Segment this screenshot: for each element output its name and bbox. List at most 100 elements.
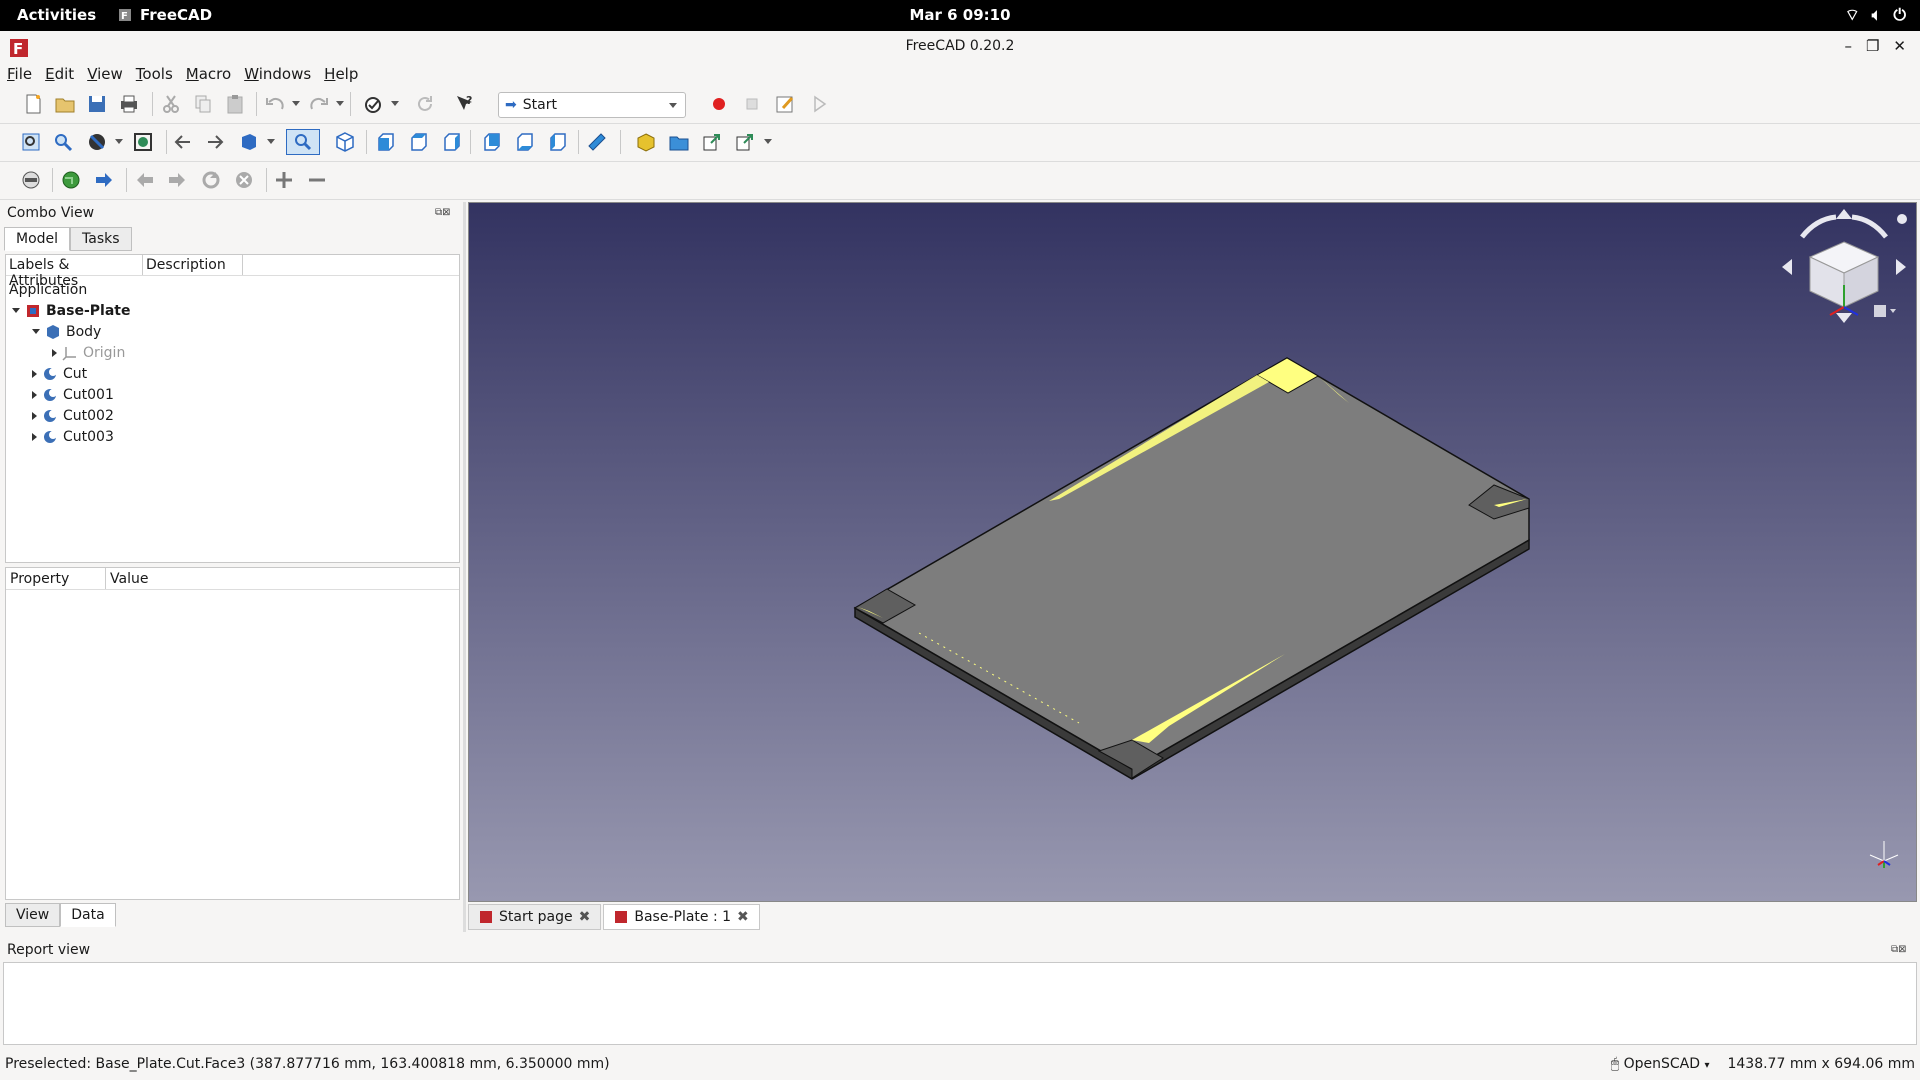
expand-chevron-icon[interactable] <box>32 390 37 399</box>
redo-dropdown-icon[interactable] <box>336 101 344 106</box>
tab-data[interactable]: Data <box>60 903 116 927</box>
copy-icon[interactable] <box>190 91 216 117</box>
expand-chevron-icon[interactable] <box>12 308 20 313</box>
new-file-icon[interactable] <box>20 91 46 117</box>
open-file-icon[interactable] <box>52 91 78 117</box>
draw-style-icon[interactable] <box>84 129 110 155</box>
report-view-panel-buttons[interactable]: ⧉⊠ <box>1891 944 1907 955</box>
view-left-icon[interactable] <box>544 129 570 155</box>
close-panel-icon[interactable]: ⊠ <box>1898 944 1906 955</box>
undo-icon[interactable] <box>262 91 288 117</box>
menu-view[interactable]: View <box>80 63 129 85</box>
combo-view-panel-buttons[interactable]: ⧉⊠ <box>435 207 451 218</box>
property-header[interactable]: Property <box>6 568 106 589</box>
measure-distance-icon[interactable] <box>584 129 610 155</box>
macro-record-icon[interactable] <box>706 91 732 117</box>
view-top-icon[interactable] <box>405 129 431 155</box>
model-tree[interactable]: Labels & Attributes Description Applicat… <box>5 254 460 563</box>
recompute-icon[interactable] <box>412 91 438 117</box>
report-view-output[interactable] <box>3 962 1917 1045</box>
draw-style-dropdown-icon[interactable] <box>115 139 123 144</box>
sync-view-dropdown-icon[interactable] <box>267 139 275 144</box>
view-right-icon[interactable] <box>438 129 464 155</box>
clock[interactable]: Mar 6 09:10 <box>0 6 1920 24</box>
zoom-in-plus-icon[interactable] <box>271 167 297 193</box>
link-actions-dropdown-icon[interactable] <box>764 139 772 144</box>
macro-stop-icon[interactable] <box>739 91 765 117</box>
recompute-dropdown-icon[interactable] <box>391 101 399 106</box>
close-icon[interactable]: ✕ <box>1893 37 1906 55</box>
expand-chevron-icon[interactable] <box>52 348 57 357</box>
menu-file[interactable]: File <box>0 63 38 85</box>
system-tray[interactable]: ⌔ 🔈︎ ⏻ <box>1845 5 1906 25</box>
redo-icon[interactable] <box>306 91 332 117</box>
create-part-icon[interactable] <box>633 129 659 155</box>
tree-item-origin[interactable]: Origin <box>52 342 125 363</box>
view-front-icon[interactable] <box>372 129 398 155</box>
3d-viewport[interactable] <box>468 202 1917 902</box>
close-panel-icon[interactable]: ⊠ <box>442 207 450 218</box>
tab-view[interactable]: View <box>5 903 61 927</box>
view-bottom-icon[interactable] <box>511 129 537 155</box>
power-icon[interactable]: ⏻ <box>1893 5 1906 25</box>
menu-tools[interactable]: Tools <box>129 63 179 85</box>
create-group-icon[interactable] <box>666 129 692 155</box>
tree-item-cut002[interactable]: Cut002 <box>32 405 114 426</box>
tree-item-cut001[interactable]: Cut001 <box>32 384 114 405</box>
menu-windows[interactable]: Windows <box>237 63 317 85</box>
3d-scene[interactable] <box>469 203 1916 901</box>
workbench-selector[interactable]: ➡ Start <box>498 92 686 118</box>
bounding-box-icon[interactable] <box>130 129 156 155</box>
tab-model[interactable]: Model <box>4 227 71 251</box>
close-tab-icon[interactable]: ✖ <box>579 909 591 925</box>
forward-arrow-icon[interactable] <box>202 129 228 155</box>
save-icon[interactable] <box>84 91 110 117</box>
wifi-icon[interactable]: ⌔ <box>1845 5 1860 25</box>
tree-item-cut003[interactable]: Cut003 <box>32 426 114 447</box>
create-link-icon[interactable] <box>699 129 725 155</box>
view-rear-icon[interactable] <box>478 129 504 155</box>
tab-base-plate[interactable]: Base-Plate : 1 ✖ <box>603 904 760 930</box>
tab-start-page[interactable]: Start page ✖ <box>468 904 602 930</box>
web-stop-icon[interactable] <box>231 167 257 193</box>
globe-icon[interactable] <box>58 167 84 193</box>
refresh-recompute-icon[interactable] <box>360 91 386 117</box>
volume-icon[interactable]: 🔈︎ <box>1872 5 1882 25</box>
tree-item-body[interactable]: Body <box>32 321 101 342</box>
close-tab-icon[interactable]: ✖ <box>737 909 749 925</box>
web-forward-icon[interactable] <box>164 167 190 193</box>
web-refresh-icon[interactable] <box>198 167 224 193</box>
tree-item-cut[interactable]: Cut <box>32 363 87 384</box>
fit-all-icon[interactable] <box>18 129 44 155</box>
expand-chevron-icon[interactable] <box>32 329 40 334</box>
tree-item-base-plate[interactable]: Base-Plate <box>12 300 130 321</box>
menu-edit[interactable]: Edit <box>38 63 80 85</box>
property-editor[interactable]: Property Value <box>5 567 460 900</box>
panel-splitter[interactable] <box>463 202 466 932</box>
minimize-icon[interactable]: – <box>1844 37 1852 55</box>
back-arrow-icon[interactable] <box>170 129 196 155</box>
web-home-icon[interactable] <box>18 167 44 193</box>
macro-edit-icon[interactable] <box>772 91 798 117</box>
navigation-cube[interactable] <box>1778 207 1910 337</box>
fit-selection-icon[interactable] <box>50 129 76 155</box>
expand-chevron-icon[interactable] <box>32 369 37 378</box>
web-back-icon[interactable] <box>132 167 158 193</box>
tree-header-labels[interactable]: Labels & Attributes <box>6 255 143 289</box>
view-isometric-icon[interactable] <box>332 129 358 155</box>
navigation-style-selector[interactable]: 🖱︎ OpenSCAD ▾ <box>1611 1056 1710 1072</box>
paste-icon[interactable] <box>222 91 248 117</box>
sync-view-icon[interactable] <box>236 129 262 155</box>
next-arrow-icon[interactable] <box>91 167 117 193</box>
maximize-icon[interactable]: ❐ <box>1866 37 1879 55</box>
tree-header-description[interactable]: Description <box>143 255 243 275</box>
zoom-out-minus-icon[interactable] <box>304 167 330 193</box>
link-actions-icon[interactable] <box>732 129 758 155</box>
macro-run-icon[interactable] <box>806 91 832 117</box>
tab-tasks[interactable]: Tasks <box>70 227 132 251</box>
print-icon[interactable] <box>116 91 142 117</box>
whats-this-icon[interactable]: ? <box>452 91 478 117</box>
expand-chevron-icon[interactable] <box>32 432 37 441</box>
menu-help[interactable]: Help <box>317 63 364 85</box>
cut-icon[interactable] <box>158 91 184 117</box>
